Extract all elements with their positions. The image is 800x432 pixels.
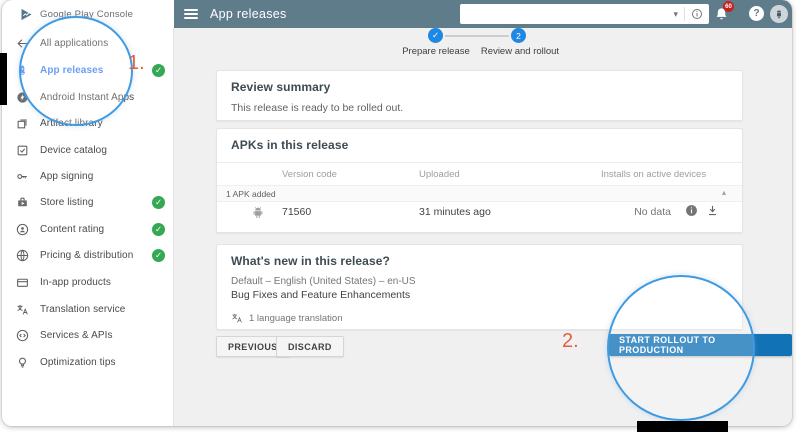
- release-notes: Bug Fixes and Feature Enhancements: [231, 289, 410, 301]
- card-box-icon: [16, 276, 29, 289]
- play-console-logo-icon: [19, 7, 34, 22]
- globe-icon: [16, 249, 29, 262]
- card-title: What's new in this release?: [231, 254, 390, 268]
- download-icon[interactable]: [706, 204, 719, 217]
- step-1-done-icon: ✓: [428, 28, 443, 43]
- avatar[interactable]: [770, 5, 788, 23]
- whats-new-card: What's new in this release? Default – En…: [216, 244, 743, 330]
- sidebar-item-label: Device catalog: [40, 145, 107, 156]
- person-circle-icon: [16, 223, 29, 236]
- translate-icon: [16, 303, 29, 316]
- sidebar-item-label: Artifact library: [40, 118, 103, 129]
- annotation-number-1: 1.: [128, 52, 145, 75]
- black-bar-bottom: [637, 421, 728, 432]
- sidebar-item-label: In-app products: [40, 277, 111, 288]
- back-arrow-icon: [16, 37, 29, 50]
- column-header-installs: Installs on active devices: [601, 169, 706, 180]
- sidebar-item-label: Store listing: [40, 197, 94, 208]
- black-bar-left: [0, 53, 7, 105]
- apk-group-row[interactable]: 1 APK added ▴: [217, 185, 742, 202]
- check-badge-icon: ✓: [152, 249, 165, 262]
- column-header-version: Version code: [282, 169, 337, 180]
- sidebar-item-store-listing[interactable]: Store listing ✓: [2, 189, 174, 215]
- translate-icon: [231, 312, 243, 324]
- sidebar-item-pricing-distribution[interactable]: Pricing & distribution ✓: [2, 242, 174, 268]
- info-icon[interactable]: [685, 8, 709, 20]
- apk-info-icon[interactable]: [685, 204, 698, 217]
- sidebar-item-content-rating[interactable]: Content rating ✓: [2, 216, 174, 242]
- step-2-badge: 2: [511, 28, 526, 43]
- collapse-arrow-icon[interactable]: ▴: [722, 188, 726, 197]
- uploaded-cell: 31 minutes ago: [419, 206, 491, 218]
- sidebar-item-label: All applications: [40, 38, 108, 49]
- layers-icon: [16, 117, 29, 130]
- installs-cell: No data: [634, 206, 671, 218]
- translation-note: 1 language translation: [249, 313, 343, 324]
- apk-group-label: 1 APK added: [226, 189, 276, 199]
- key-icon: [16, 170, 29, 183]
- code-circle-icon: [16, 329, 29, 342]
- column-header-uploaded: Uploaded: [419, 169, 460, 180]
- lightbulb-icon: [16, 356, 29, 369]
- card-title: Review summary: [231, 80, 330, 94]
- logo-text: Google Play Console: [40, 9, 133, 20]
- sidebar-item-label: Android Instant Apps: [40, 92, 134, 103]
- sidebar-item-label: Services & APIs: [40, 330, 113, 341]
- sidebar-item-android-instant-apps[interactable]: Android Instant Apps: [2, 84, 174, 110]
- step-2-label: Review and rollout: [474, 46, 566, 57]
- check-badge-icon: ✓: [152, 196, 165, 209]
- chevron-down-icon[interactable]: ▾: [673, 9, 678, 20]
- step-1-label: Prepare release: [394, 46, 478, 57]
- search-input[interactable]: [467, 5, 673, 23]
- sidebar-item-translation-service[interactable]: Translation service: [2, 296, 174, 322]
- android-icon: [251, 205, 265, 219]
- rocket-icon: [16, 64, 29, 77]
- sidebar-item-app-signing[interactable]: App signing: [2, 163, 174, 189]
- check-badge-icon: ✓: [152, 64, 165, 77]
- menu-icon[interactable]: [184, 9, 198, 19]
- search-box[interactable]: ▾: [460, 4, 709, 24]
- sidebar-item-optimization-tips[interactable]: Optimization tips: [2, 349, 174, 375]
- check-badge-icon: ✓: [152, 223, 165, 236]
- help-button[interactable]: ?: [749, 6, 764, 21]
- version-code-cell: 71560: [282, 206, 311, 218]
- sidebar-item-all-applications[interactable]: All applications: [2, 30, 174, 56]
- card-title: APKs in this release: [231, 138, 348, 152]
- instant-bolt-icon: [16, 91, 29, 104]
- sidebar-item-in-app-products[interactable]: In-app products: [2, 269, 174, 295]
- discard-button[interactable]: DISCARD: [276, 336, 344, 357]
- divider: [217, 162, 742, 163]
- apks-card: APKs in this release Version code Upload…: [216, 128, 743, 233]
- sidebar-item-label: App releases: [40, 65, 103, 76]
- sidebar-item-device-catalog[interactable]: Device catalog: [2, 137, 174, 163]
- storefront-icon: [16, 196, 29, 209]
- start-rollout-button[interactable]: START ROLLOUT TO PRODUCTION: [609, 334, 792, 356]
- page-title: App releases: [210, 7, 287, 21]
- step-connector: [445, 35, 509, 37]
- review-summary-card: Review summary This release is ready to …: [216, 70, 743, 121]
- sidebar-item-artifact-library[interactable]: Artifact library: [2, 110, 174, 136]
- sidebar-item-app-releases[interactable]: App releases ✓: [2, 57, 174, 83]
- sidebar-item-label: Optimization tips: [40, 357, 116, 368]
- sidebar-item-label: App signing: [40, 171, 93, 182]
- sidebar-item-label: Content rating: [40, 224, 104, 235]
- device-check-icon: [16, 144, 29, 157]
- sidebar-item-services-apis[interactable]: Services & APIs: [2, 322, 174, 348]
- locale-line: Default – English (United States) – en-U…: [231, 276, 416, 287]
- review-summary-text: This release is ready to be rolled out.: [231, 102, 403, 114]
- sidebar-item-label: Pricing & distribution: [40, 250, 133, 261]
- sidebar-item-label: Translation service: [40, 304, 125, 315]
- logo-area[interactable]: Google Play Console: [2, 0, 174, 28]
- app-window: Google Play Console App releases ▾ 60 ? …: [2, 0, 792, 426]
- annotation-number-2: 2.: [562, 330, 579, 353]
- notifications-badge: 60: [723, 1, 734, 12]
